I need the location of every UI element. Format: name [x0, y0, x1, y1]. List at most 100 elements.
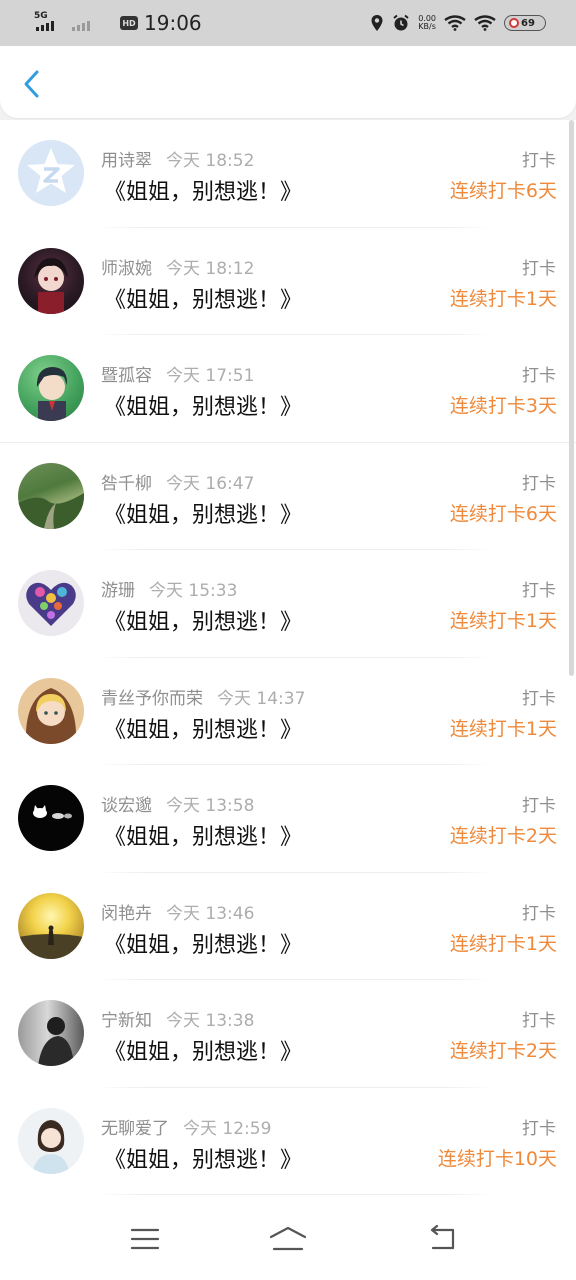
feed-row[interactable]: 青丝予你而荣 今天 14:37 《姐姐，别想逃！》 打卡 连续打卡1天 — [0, 658, 576, 765]
feed-row[interactable]: 游珊 今天 15:33 《姐姐，别想逃！》 打卡 连续打卡1天 — [0, 550, 576, 658]
book-title[interactable]: 《姐姐，别想逃！》 — [104, 389, 302, 421]
book-title[interactable]: 《姐姐，别想逃！》 — [104, 497, 302, 529]
battery-level: 69 — [521, 17, 535, 29]
avatar[interactable] — [18, 247, 84, 314]
checkin-tag: 打卡 — [522, 1011, 556, 1031]
signal-2-icon — [70, 11, 92, 35]
menu-button[interactable] — [123, 1224, 167, 1254]
signal-icon: 5G — [34, 11, 56, 35]
checkin-feed[interactable]: 用诗翠 今天 18:52 《姐姐，别想逃！》 打卡 连续打卡6天 师淑婉 今天 18… — [0, 120, 576, 1196]
streak-label: 连续打卡3天 — [449, 395, 557, 417]
avatar[interactable] — [18, 462, 84, 529]
network-label: 5G — [34, 11, 48, 21]
battery-saver-dot — [509, 18, 519, 28]
avatar[interactable] — [18, 892, 84, 959]
post-time: 今天 14:37 — [217, 688, 306, 709]
avatar[interactable] — [18, 355, 84, 421]
user-name[interactable]: 师淑婉 — [101, 259, 152, 279]
feed-row[interactable]: 谈宏邈 今天 13:58 《姐姐，别想逃！》 打卡 连续打卡2天 — [0, 765, 576, 873]
feed-row[interactable]: 宁新知 今天 13:38 《姐姐，别想逃！》 打卡 连续打卡2天 — [0, 980, 576, 1088]
bw-photo-avatar-icon — [38, 1017, 74, 1066]
speed-unit: KB/s — [418, 22, 436, 31]
menu-icon — [130, 1228, 160, 1250]
post-time: 今天 15:33 — [149, 581, 238, 601]
girl-photo-avatar-icon — [32, 1119, 70, 1174]
user-line: 闵艳卉 今天 13:46 — [101, 899, 254, 924]
checkin-tag: 打卡 — [522, 1118, 556, 1139]
status-bar: 5G HD 19:06 0.00 KB/s 69 — [0, 0, 576, 46]
book-title[interactable]: 《姐姐，别想逃！》 — [104, 282, 302, 314]
book-title[interactable]: 《姐姐，别想逃！》 — [104, 1142, 302, 1174]
system-nav-bar — [0, 1196, 576, 1280]
post-time: 今天 13:38 — [166, 1011, 255, 1031]
feed-row[interactable]: 咎千柳 今天 16:47 《姐姐，别想逃！》 打卡 连续打卡6天 — [0, 443, 576, 550]
feed-row[interactable]: 暨孤容 今天 17:51 《姐姐，别想逃！》 打卡 连续打卡3天 — [0, 335, 576, 443]
user-line: 咎千柳 今天 16:47 — [101, 469, 254, 494]
checkin-tag: 打卡 — [522, 796, 556, 816]
streak-label: 连续打卡2天 — [449, 825, 557, 847]
avatar[interactable] — [18, 1107, 84, 1174]
feed-row[interactable]: 闵艳卉 今天 13:46 《姐姐，别想逃！》 打卡 连续打卡1天 — [0, 873, 576, 980]
anime-boy-avatar-icon — [36, 367, 68, 421]
avatar[interactable] — [18, 570, 84, 636]
back-nav-button[interactable] — [418, 1224, 462, 1254]
chevron-left-icon — [24, 70, 39, 98]
streak-label: 连续打卡1天 — [449, 717, 557, 740]
book-title[interactable]: 《姐姐，别想逃！》 — [104, 819, 302, 851]
book-title[interactable]: 《姐姐，别想逃！》 — [104, 712, 302, 744]
flower-heart-avatar-icon — [26, 582, 76, 626]
post-time: 今天 13:58 — [166, 796, 255, 816]
book-title[interactable]: 《姐姐，别想逃！》 — [104, 1034, 302, 1066]
book-title[interactable]: 《姐姐，别想逃！》 — [104, 604, 302, 636]
forest-avatar-icon — [18, 492, 84, 529]
home-icon — [269, 1226, 307, 1251]
user-line: 用诗翠 今天 18:52 — [101, 146, 254, 171]
checkin-tag: 打卡 — [522, 473, 556, 494]
network-speed: 0.00 KB/s — [418, 15, 436, 31]
avatar[interactable] — [18, 140, 84, 206]
user-name[interactable]: 青丝予你而荣 — [101, 689, 203, 709]
user-name[interactable]: 闵艳卉 — [101, 904, 152, 924]
post-time: 今天 17:51 — [166, 366, 255, 386]
post-time: 今天 18:12 — [166, 258, 255, 279]
user-line: 谈宏邈 今天 13:58 — [101, 791, 254, 816]
back-icon — [430, 1225, 455, 1250]
user-name[interactable]: 谈宏邈 — [101, 796, 152, 816]
streak-label: 连续打卡6天 — [449, 502, 557, 525]
black-cats-avatar-icon — [33, 805, 72, 819]
user-name[interactable]: 用诗翠 — [101, 151, 152, 171]
post-time: 今天 13:46 — [166, 903, 255, 924]
avatar[interactable] — [18, 677, 84, 744]
home-button[interactable] — [266, 1224, 310, 1254]
sunset-avatar-icon — [18, 925, 84, 959]
book-title[interactable]: 《姐姐，别想逃！》 — [104, 927, 302, 959]
checkin-tag: 打卡 — [522, 258, 556, 279]
avatar[interactable] — [18, 785, 84, 851]
user-name[interactable]: 无聊爱了 — [101, 1119, 169, 1139]
streak-label: 连续打卡10天 — [437, 1147, 557, 1170]
battery-icon: 69 — [504, 15, 546, 31]
scrollbar[interactable] — [569, 120, 574, 676]
feed-row[interactable]: 师淑婉 今天 18:12 《姐姐，别想逃！》 打卡 连续打卡1天 — [0, 228, 576, 335]
checkin-tag: 打卡 — [522, 151, 556, 171]
post-time: 今天 18:52 — [166, 151, 255, 171]
user-line: 宁新知 今天 13:38 — [101, 1006, 254, 1031]
back-button[interactable] — [14, 66, 50, 102]
default-qq-avatar-icon — [27, 148, 75, 193]
streak-label: 连续打卡6天 — [449, 180, 557, 202]
streak-label: 连续打卡1天 — [449, 287, 557, 310]
wifi-6-icon — [444, 15, 466, 31]
checkin-tag: 打卡 — [522, 581, 556, 601]
feed-row[interactable]: 用诗翠 今天 18:52 《姐姐，别想逃！》 打卡 连续打卡6天 — [0, 120, 576, 228]
user-name[interactable]: 咎千柳 — [101, 474, 152, 494]
clock: 19:06 — [144, 11, 202, 35]
feed-row[interactable]: 无聊爱了 今天 12:59 《姐姐，别想逃！》 打卡 连续打卡10天 — [0, 1088, 576, 1195]
user-name[interactable]: 暨孤容 — [101, 366, 152, 386]
user-name[interactable]: 游珊 — [101, 581, 135, 601]
user-line: 无聊爱了 今天 12:59 — [101, 1114, 271, 1139]
book-title[interactable]: 《姐姐，别想逃！》 — [104, 174, 302, 206]
avatar[interactable] — [18, 1000, 84, 1066]
streak-label: 连续打卡1天 — [449, 932, 557, 955]
user-name[interactable]: 宁新知 — [101, 1011, 152, 1031]
checkin-tag: 打卡 — [522, 903, 556, 924]
